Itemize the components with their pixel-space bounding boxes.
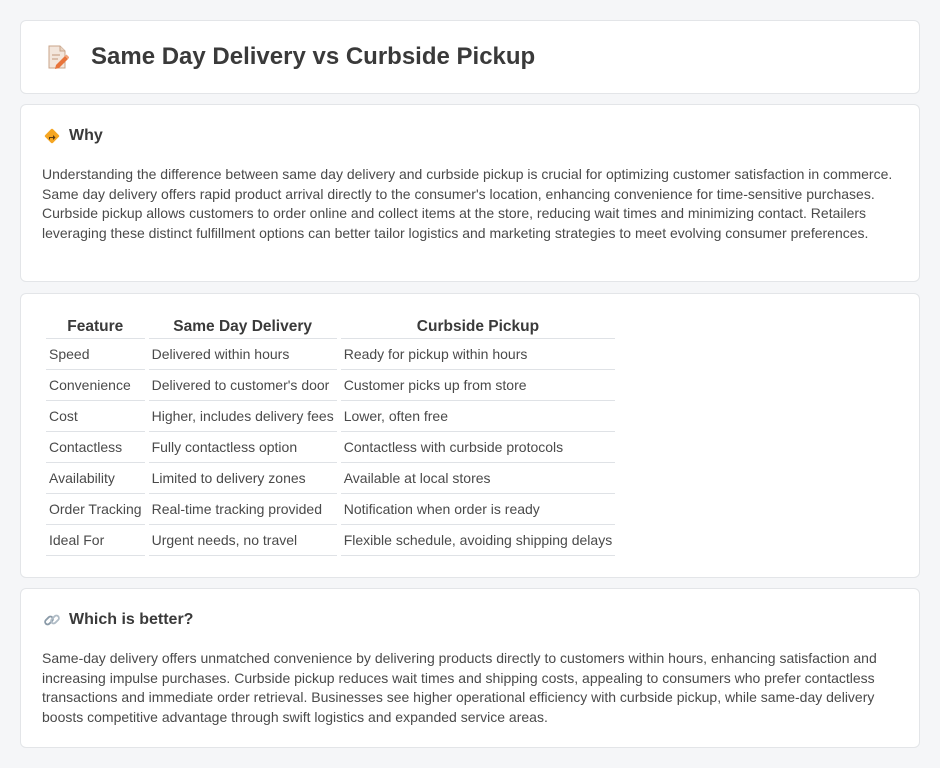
- table-row: Speed Delivered within hours Ready for p…: [46, 339, 616, 370]
- feature-cell: Ideal For: [46, 525, 145, 556]
- same-day-cell: Urgent needs, no travel: [148, 525, 337, 556]
- table-header-row: Feature Same Day Delivery Curbside Picku…: [46, 314, 616, 339]
- same-day-cell: Fully contactless option: [148, 432, 337, 463]
- why-section: Why Understanding the difference between…: [20, 104, 920, 282]
- better-paragraph: Same-day delivery offers unmatched conve…: [42, 650, 877, 725]
- page-title: Same Day Delivery vs Curbside Pickup: [91, 43, 536, 70]
- feature-cell: Order Tracking: [46, 494, 145, 525]
- feature-cell: Contactless: [46, 432, 145, 463]
- curbside-cell: Flexible schedule, avoiding shipping del…: [340, 525, 616, 556]
- same-day-cell: Delivered within hours: [148, 339, 337, 370]
- feature-cell: Availability: [46, 463, 145, 494]
- why-title: Why: [69, 127, 103, 144]
- curbside-cell: Customer picks up from store: [340, 370, 616, 401]
- document-pencil-icon: [47, 44, 70, 70]
- better-title: Which is better?: [69, 611, 194, 628]
- feature-cell: Speed: [46, 339, 145, 370]
- curbside-cell: Lower, often free: [340, 401, 616, 432]
- column-header-feature: Feature: [46, 314, 145, 339]
- comparison-table: Feature Same Day Delivery Curbside Picku…: [42, 314, 619, 556]
- curbside-cell: Available at local stores: [340, 463, 616, 494]
- diamond-sign-icon: [43, 127, 61, 145]
- header-card: Same Day Delivery vs Curbside Pickup: [20, 20, 920, 94]
- which-is-better-section: Which is better? Same-day delivery offer…: [20, 588, 920, 748]
- table-row: Availability Limited to delivery zones A…: [46, 463, 616, 494]
- curbside-cell: Contactless with curbside protocols: [340, 432, 616, 463]
- feature-cell: Cost: [46, 401, 145, 432]
- why-heading: Why: [43, 127, 103, 145]
- comparison-section: Feature Same Day Delivery Curbside Picku…: [20, 293, 920, 578]
- same-day-cell: Higher, includes delivery fees: [148, 401, 337, 432]
- title-row: Same Day Delivery vs Curbside Pickup: [47, 43, 535, 71]
- same-day-cell: Limited to delivery zones: [148, 463, 337, 494]
- curbside-cell: Ready for pickup within hours: [340, 339, 616, 370]
- same-day-cell: Delivered to customer's door: [148, 370, 337, 401]
- why-paragraph: Understanding the difference between sam…: [42, 166, 893, 241]
- table-row: Cost Higher, includes delivery fees Lowe…: [46, 401, 616, 432]
- column-header-same-day-delivery: Same Day Delivery: [148, 314, 337, 339]
- table-row: Convenience Delivered to customer's door…: [46, 370, 616, 401]
- column-header-curbside-pickup: Curbside Pickup: [340, 314, 616, 339]
- curbside-cell: Notification when order is ready: [340, 494, 616, 525]
- table-row: Ideal For Urgent needs, no travel Flexib…: [46, 525, 616, 556]
- link-icon: [43, 611, 61, 629]
- feature-cell: Convenience: [46, 370, 145, 401]
- table-row: Order Tracking Real-time tracking provid…: [46, 494, 616, 525]
- same-day-cell: Real-time tracking provided: [148, 494, 337, 525]
- table-row: Contactless Fully contactless option Con…: [46, 432, 616, 463]
- better-heading: Which is better?: [43, 611, 193, 629]
